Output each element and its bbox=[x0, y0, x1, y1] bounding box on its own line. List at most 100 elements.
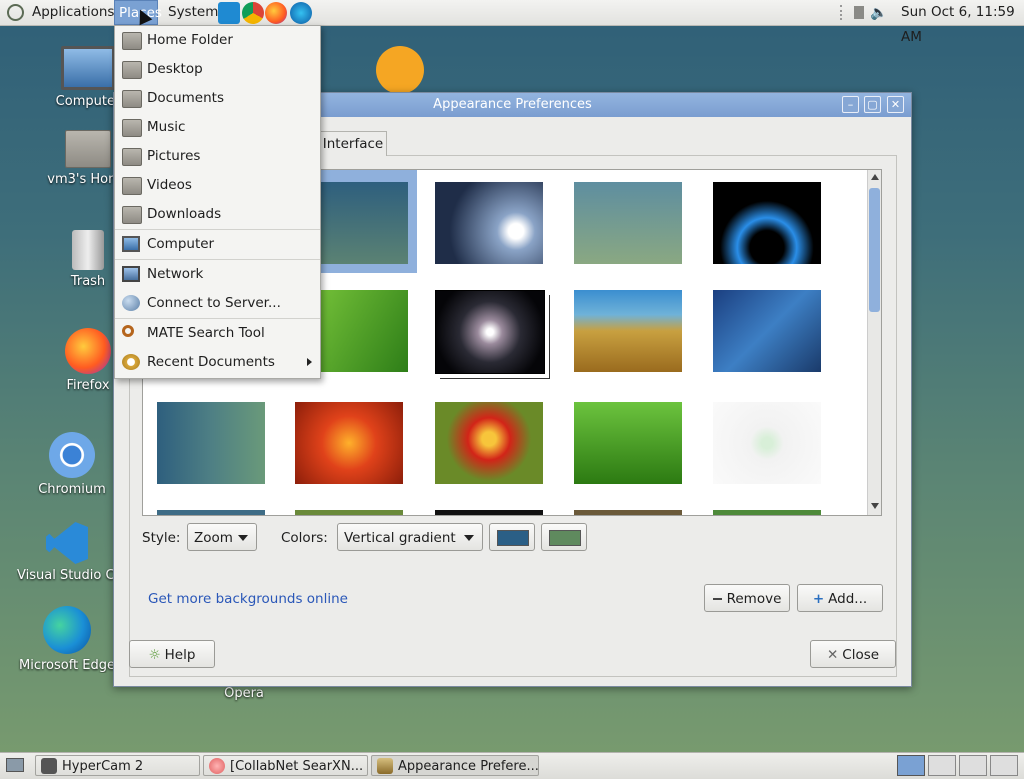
folder-icon bbox=[122, 177, 142, 195]
vscode-icon[interactable] bbox=[218, 2, 240, 24]
get-more-backgrounds-link[interactable]: Get more backgrounds online bbox=[148, 591, 348, 607]
wallpaper-thumbnail[interactable] bbox=[295, 510, 403, 515]
wallpaper-thumbnail[interactable] bbox=[157, 510, 265, 515]
menu-item-pictures[interactable]: Pictures bbox=[115, 142, 320, 171]
menu-item-label: Recent Documents bbox=[147, 354, 275, 370]
folder-icon bbox=[122, 61, 142, 79]
task-collabnet-searxng[interactable]: [CollabNet SearXN... bbox=[203, 755, 368, 776]
wallpaper-thumbnail[interactable] bbox=[574, 182, 682, 264]
wallpaper-thumbnail[interactable] bbox=[574, 290, 682, 372]
wallpaper-thumbnail[interactable] bbox=[713, 402, 821, 484]
workspace-1[interactable] bbox=[897, 755, 925, 776]
menu-item-label: Pictures bbox=[147, 148, 201, 164]
menu-item-computer[interactable]: Computer bbox=[115, 230, 320, 259]
menu-item-videos[interactable]: Videos bbox=[115, 171, 320, 200]
wallpaper-thumbnail[interactable] bbox=[435, 290, 545, 374]
wallpaper-thumbnail[interactable] bbox=[574, 402, 682, 484]
close-window-button[interactable]: ✕ bbox=[887, 96, 904, 113]
workspace-4[interactable] bbox=[990, 755, 1018, 776]
colors-label: Colors: bbox=[281, 530, 328, 546]
gallery-scrollbar[interactable] bbox=[867, 170, 881, 515]
tab-interface[interactable]: Interface bbox=[319, 131, 387, 156]
chevron-down-icon bbox=[238, 535, 248, 541]
colors-dropdown[interactable]: Vertical gradient bbox=[337, 523, 483, 551]
menu-item-mate-search-tool[interactable]: MATE Search Tool bbox=[115, 319, 320, 348]
wallpaper-thumbnail[interactable] bbox=[435, 402, 543, 484]
menu-item-music[interactable]: Music bbox=[115, 113, 320, 142]
task-label: [CollabNet SearXN... bbox=[230, 759, 364, 774]
help-label: Help bbox=[164, 647, 196, 663]
desktop-icon-label: Microsoft Edge bbox=[18, 658, 115, 673]
desktop-icon-opera[interactable]: Opera bbox=[189, 686, 299, 701]
remove-button[interactable]: Remove bbox=[704, 584, 790, 612]
desktop-icon-vscode[interactable]: Visual Studio Code bbox=[17, 522, 117, 583]
applications-menu[interactable]: Applications bbox=[28, 0, 118, 25]
wallpaper-thumbnail[interactable] bbox=[574, 510, 682, 515]
globe-icon bbox=[122, 295, 140, 311]
add-label: Add... bbox=[828, 591, 868, 607]
menu-item-network[interactable]: Network bbox=[115, 260, 320, 289]
wallpaper-thumbnail[interactable] bbox=[435, 182, 543, 264]
computer-icon bbox=[61, 46, 115, 90]
wallpaper-thumbnail[interactable] bbox=[713, 510, 821, 515]
system-menu[interactable]: System bbox=[164, 0, 222, 25]
edge-dev-icon bbox=[43, 606, 91, 654]
scroll-down-icon[interactable] bbox=[871, 503, 879, 509]
add-button[interactable]: + Add... bbox=[797, 584, 883, 612]
edge-dev-icon[interactable] bbox=[290, 2, 312, 24]
workspace-3[interactable] bbox=[959, 755, 987, 776]
menu-item-label: Videos bbox=[147, 177, 192, 193]
folder-icon bbox=[122, 90, 142, 108]
menu-item-documents[interactable]: Documents bbox=[115, 84, 320, 113]
mate-logo-icon[interactable] bbox=[7, 4, 24, 21]
show-desktop-icon[interactable] bbox=[6, 758, 24, 772]
close-button[interactable]: ✕ Close bbox=[810, 640, 896, 668]
discord-icon[interactable] bbox=[376, 46, 424, 94]
task-label: Appearance Prefere... bbox=[398, 759, 539, 774]
desktop-icon-edge[interactable]: Microsoft Edge bbox=[17, 606, 117, 673]
home-folder-icon bbox=[122, 32, 142, 50]
secondary-color-button[interactable] bbox=[541, 523, 587, 551]
desktop-icon-label: Chromium bbox=[38, 482, 106, 497]
wallpaper-thumbnail[interactable] bbox=[435, 510, 543, 515]
wallpaper-thumbnail[interactable] bbox=[713, 290, 821, 372]
wallpaper-thumbnail[interactable] bbox=[295, 402, 403, 484]
menu-item-label: Downloads bbox=[147, 206, 222, 222]
primary-color-button[interactable] bbox=[489, 523, 535, 551]
workspace-2[interactable] bbox=[928, 755, 956, 776]
style-dropdown[interactable]: Zoom bbox=[187, 523, 257, 551]
firefox-icon[interactable] bbox=[265, 2, 287, 24]
wallpaper-thumbnail[interactable] bbox=[713, 182, 821, 264]
chromium-icon bbox=[49, 432, 95, 478]
style-value: Zoom bbox=[194, 530, 233, 546]
maximize-button[interactable]: ▢ bbox=[864, 96, 881, 113]
help-icon: ☼ bbox=[148, 647, 161, 663]
notification-icon[interactable] bbox=[854, 6, 864, 19]
scroll-up-icon[interactable] bbox=[871, 174, 879, 180]
help-button[interactable]: ☼ Help bbox=[129, 640, 215, 668]
firefox-icon bbox=[65, 328, 111, 374]
minimize-button[interactable]: – bbox=[842, 96, 859, 113]
menu-item-label: Desktop bbox=[147, 61, 203, 77]
menu-item-downloads[interactable]: Downloads bbox=[115, 200, 320, 229]
menu-item-home-folder[interactable]: Home Folder bbox=[115, 26, 320, 55]
wallpaper-thumbnail[interactable] bbox=[157, 402, 265, 484]
folder-icon bbox=[122, 119, 142, 137]
folder-icon bbox=[122, 148, 142, 166]
task-appearance-preferences[interactable]: Appearance Prefere... bbox=[371, 755, 539, 776]
chrome-icon[interactable] bbox=[242, 2, 264, 24]
clock[interactable]: Sun Oct 6, 11:59 AM bbox=[901, 0, 1024, 45]
network-icon bbox=[122, 266, 140, 282]
chevron-down-icon bbox=[464, 535, 474, 541]
desktop-icon-label: Computer bbox=[55, 94, 121, 109]
scrollbar-thumb[interactable] bbox=[869, 188, 880, 312]
task-hypercam[interactable]: HyperCam 2 bbox=[35, 755, 200, 776]
submenu-arrow-icon bbox=[307, 358, 312, 366]
minus-icon bbox=[712, 598, 722, 600]
desktop-icon-chromium[interactable]: Chromium bbox=[17, 432, 127, 497]
volume-icon[interactable]: 🔈 bbox=[870, 5, 888, 21]
menu-item-label: Network bbox=[147, 266, 204, 282]
menu-item-connect-to-server[interactable]: Connect to Server... bbox=[115, 289, 320, 318]
menu-item-desktop[interactable]: Desktop bbox=[115, 55, 320, 84]
menu-item-recent-documents[interactable]: Recent Documents bbox=[115, 348, 320, 377]
